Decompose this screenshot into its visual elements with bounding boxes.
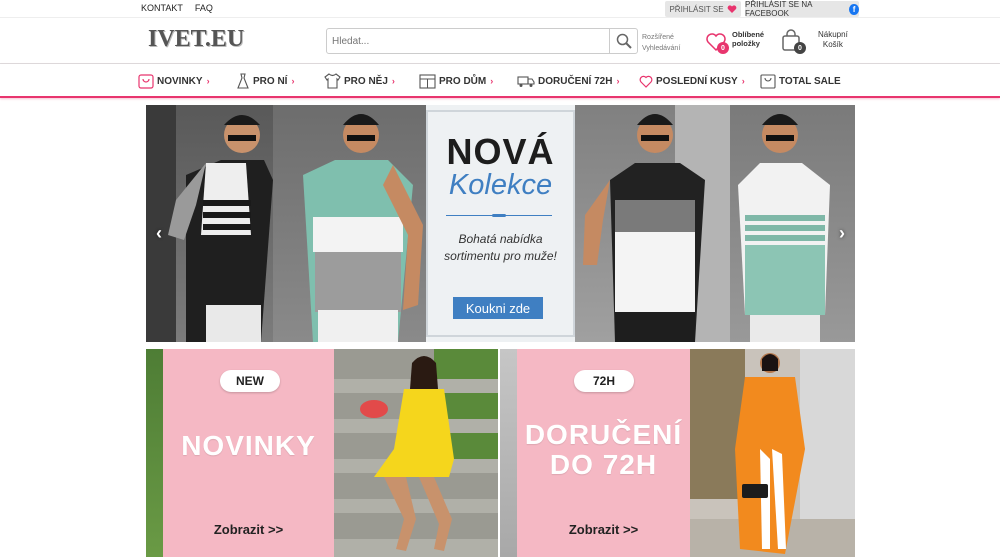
carousel-prev-arrow[interactable]: ‹	[156, 223, 162, 244]
banner-photo-3	[575, 105, 730, 342]
chevron-right-icon: ›	[391, 76, 395, 86]
tile-doruceni[interactable]: 72H DORUČENÍ DO 72H Zobrazit >>	[500, 349, 855, 557]
tile-stone-strip	[500, 349, 517, 557]
search-box	[326, 28, 638, 54]
tile-novinky[interactable]: NEW NOVINKY Zobrazit >>	[146, 349, 498, 557]
chevron-right-icon: ›	[616, 76, 620, 86]
nav-item-pro-ni[interactable]: PRO NÍ ›	[236, 71, 294, 91]
nav-item-novinky[interactable]: NOVINKY ›	[138, 71, 210, 91]
nav-item-posledni-kusy[interactable]: POSLEDNÍ KUSY ›	[639, 71, 745, 91]
contact-link[interactable]: KONTAKT	[141, 3, 183, 13]
window-icon	[419, 73, 436, 89]
advanced-search-label-2: Vyhledávání	[642, 45, 681, 52]
tile-badge: NEW	[220, 370, 280, 392]
login-button[interactable]: PŘIHLÁSIT SE	[665, 1, 741, 17]
chevron-right-icon: ›	[291, 76, 295, 86]
cart-count-badge: 0	[794, 42, 806, 54]
favorites-label-2: položky	[732, 39, 760, 48]
tile-doruceni-photo	[690, 349, 855, 557]
banner-text-line-1: Bohatá nabídka	[458, 232, 543, 246]
tile-novinky-photo	[334, 349, 498, 557]
tile-link[interactable]: Zobrazit >>	[517, 522, 690, 537]
truck-icon	[517, 76, 535, 87]
favorites-label: Oblíbené položky	[732, 30, 764, 48]
tile-grass-strip	[146, 349, 163, 557]
nav-item-doruceni[interactable]: DORUČENÍ 72H ›	[517, 71, 619, 91]
chevron-right-icon: ›	[490, 76, 494, 86]
bag-icon	[760, 74, 776, 89]
banner-promo-card: NOVÁ Kolekce Bohatá nabídka sortimentu p…	[426, 105, 575, 342]
nav-label: DORUČENÍ 72H	[538, 75, 613, 87]
nav-label: TOTAL SALE	[779, 75, 841, 87]
cart-label: Nákupní Košík	[818, 30, 848, 50]
nav-label: NOVINKY	[157, 75, 203, 87]
banner-text: Bohatá nabídka sortimentu pro muže!	[426, 231, 575, 265]
banner-cta-button[interactable]: Koukni zde	[453, 297, 543, 319]
tile-novinky-card: NEW NOVINKY Zobrazit >>	[163, 349, 334, 557]
banner-photo-1	[146, 105, 273, 342]
tile-title: NOVINKY	[181, 430, 316, 461]
gift-icon	[138, 74, 154, 89]
cart-label-2: Košík	[822, 40, 843, 49]
banner-photo-2	[273, 105, 426, 342]
banner-photo-4	[730, 105, 855, 342]
top-bar: KONTAKT FAQ PŘIHLÁSIT SE PŘIHLÁSIT SE NA…	[0, 0, 1000, 18]
carousel-next-arrow[interactable]: ›	[839, 223, 845, 244]
main-nav: NOVINKY › PRO NÍ › PRO NĚJ › PRO DŮM › DORUČ…	[0, 64, 1000, 98]
banner-subtitle: Kolekce	[448, 169, 553, 201]
cart-label-1: Nákupní	[818, 30, 848, 39]
banner-divider-accent	[492, 214, 506, 217]
faq-link[interactable]: FAQ	[195, 3, 213, 13]
chevron-right-icon: ›	[206, 76, 210, 86]
search-button[interactable]	[609, 29, 637, 53]
favorites-button[interactable]: 0 Oblíbené položky	[705, 30, 765, 54]
tile-title-line-2: DO 72H	[549, 449, 658, 480]
banner-text-line-2: sortimentu pro muže!	[444, 249, 557, 263]
hero-carousel[interactable]: NOVÁ Kolekce Bohatá nabídka sortimentu p…	[146, 105, 855, 342]
search-input[interactable]	[327, 29, 609, 53]
nav-label: POSLEDNÍ KUSY	[656, 75, 738, 87]
nav-item-pro-dum[interactable]: PRO DŮM ›	[419, 71, 493, 91]
tile-badge: 72H	[574, 370, 634, 392]
nav-label: PRO NÍ	[253, 75, 288, 87]
tile-title-line-1: DORUČENÍ	[524, 419, 683, 450]
advanced-search-label-1: Rozšířené	[642, 34, 674, 41]
chevron-right-icon: ›	[741, 76, 745, 86]
login-label: PŘIHLÁSIT SE	[669, 4, 724, 14]
nav-label: PRO NĚJ	[344, 75, 388, 87]
header: IVET.EU Rozšířené Vyhledávání 0 Oblíbené…	[0, 18, 1000, 64]
tile-doruceni-card: 72H DORUČENÍ DO 72H Zobrazit >>	[517, 349, 690, 557]
shirt-icon	[324, 73, 341, 89]
tile-link[interactable]: Zobrazit >>	[163, 522, 334, 537]
cart-button[interactable]: 0 Nákupní Košík	[781, 28, 851, 54]
top-links: KONTAKT FAQ	[141, 3, 213, 13]
nav-label: PRO DŮM	[439, 75, 487, 87]
facebook-icon: f	[849, 3, 859, 15]
facebook-login-label: PŘIHLÁSIT SE NA FACEBOOK	[745, 0, 812, 18]
heart-icon	[727, 5, 736, 13]
heart-icon	[639, 75, 653, 88]
advanced-search-link[interactable]: Rozšířené Vyhledávání	[642, 32, 680, 54]
site-logo[interactable]: IVET.EU	[148, 26, 244, 53]
banner-title: NOVÁ	[446, 131, 555, 172]
facebook-login-button[interactable]: PŘIHLÁSIT SE NA FACEBOOK f	[745, 0, 859, 18]
search-icon	[616, 33, 632, 49]
nav-item-total-sale[interactable]: TOTAL SALE	[760, 71, 841, 91]
favorites-label-1: Oblíbené	[732, 30, 765, 39]
nav-item-pro-nej[interactable]: PRO NĚJ ›	[324, 71, 395, 91]
favorites-count-badge: 0	[717, 42, 729, 54]
dress-icon	[237, 73, 249, 89]
